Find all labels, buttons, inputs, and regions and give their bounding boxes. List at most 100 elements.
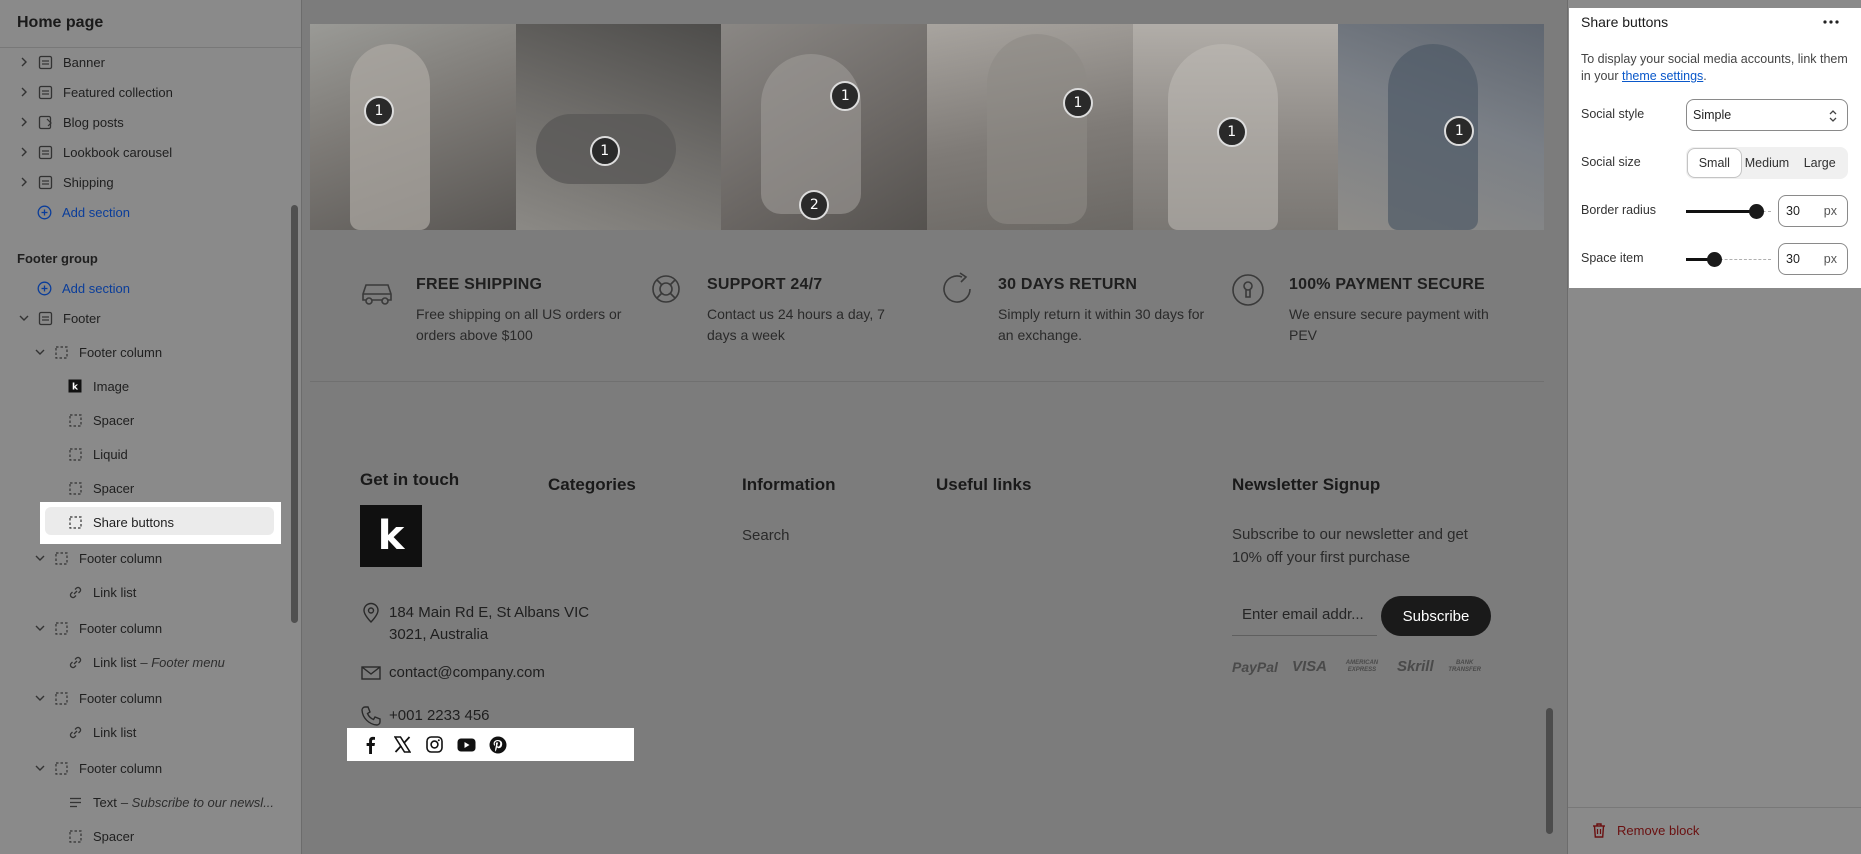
footer-link-search[interactable]: Search xyxy=(742,527,790,544)
x-icon[interactable] xyxy=(392,735,412,755)
lookbook-photo: 1 xyxy=(1132,24,1339,230)
amex-icon: AMERICAN EXPRESS xyxy=(1345,659,1379,673)
section-icon xyxy=(37,174,53,190)
size-option-medium[interactable]: Medium xyxy=(1741,149,1794,177)
youtube-icon[interactable] xyxy=(456,735,476,755)
newsletter-email-input[interactable]: Enter email addr... xyxy=(1232,596,1377,636)
tree-item-footer-column[interactable]: Footer column xyxy=(0,338,288,366)
footer-add-section-button[interactable]: Add section xyxy=(0,274,288,302)
tree-item-featured-collection[interactable]: Featured collection xyxy=(0,78,288,106)
shield-icon xyxy=(1231,272,1269,310)
tree-item-banner[interactable]: Banner xyxy=(0,48,288,76)
hotspot-marker[interactable]: 1 xyxy=(1216,117,1247,147)
chevron-right-icon[interactable] xyxy=(17,145,31,159)
chevron-right-icon[interactable] xyxy=(17,55,31,69)
trash-icon xyxy=(1592,822,1606,838)
email-text: contact@company.com xyxy=(389,664,545,681)
subscribe-button[interactable]: Subscribe xyxy=(1381,596,1491,636)
add-section-label: Add section xyxy=(62,204,130,220)
footer-email[interactable]: contact@company.com xyxy=(360,662,545,684)
sidebar-scrollbar[interactable] xyxy=(291,205,298,623)
block-icon xyxy=(53,620,69,636)
facebook-icon[interactable] xyxy=(360,735,380,755)
lookbook-photo: 1 xyxy=(1338,24,1544,230)
tree-item-label: Footer column xyxy=(79,344,163,360)
settings-panel: Share buttons To display your social med… xyxy=(1567,0,1861,854)
page-title: Home page xyxy=(17,14,104,31)
tree-item-link-list[interactable]: Link list xyxy=(0,578,288,606)
instagram-icon[interactable] xyxy=(424,735,444,755)
blog-icon xyxy=(37,114,53,130)
mail-icon xyxy=(360,662,382,684)
tree-item-share-buttons[interactable]: Share buttons xyxy=(0,508,288,536)
tree-item-text[interactable]: Text – Subscribe to our newsl... xyxy=(0,788,288,816)
tree-item-footer-column[interactable]: Footer column xyxy=(0,684,288,712)
hotspot-marker[interactable]: 1 xyxy=(1063,88,1094,118)
block-icon xyxy=(53,690,69,706)
size-option-large[interactable]: Large xyxy=(1793,149,1846,177)
tree-item-spacer[interactable]: Spacer xyxy=(0,822,288,850)
chevron-down-icon[interactable] xyxy=(33,551,47,565)
footer-group-label: Footer group xyxy=(17,251,98,266)
tree-item-lookbook-carousel[interactable]: Lookbook carousel xyxy=(0,138,288,166)
size-option-small[interactable]: Small xyxy=(1688,149,1741,177)
footer-phone[interactable]: +001 2233 456 xyxy=(360,705,490,727)
chevron-right-icon[interactable] xyxy=(17,85,31,99)
visa-icon: VISA xyxy=(1291,658,1327,675)
tree-item-label: Banner xyxy=(63,54,105,70)
tree-item-liquid[interactable]: Liquid xyxy=(0,440,288,468)
border-radius-slider[interactable] xyxy=(1686,201,1771,221)
hotspot-marker[interactable]: 2 xyxy=(799,190,830,220)
tree-item-label: Footer column xyxy=(79,690,163,706)
chevron-down-icon[interactable] xyxy=(33,621,47,635)
tree-item-label: Image xyxy=(93,378,130,394)
chevron-down-icon[interactable] xyxy=(33,761,47,775)
tree-item-footer-column[interactable]: Footer column xyxy=(0,544,288,572)
remove-block-label: Remove block xyxy=(1617,822,1700,838)
block-icon xyxy=(67,514,83,530)
social-style-select[interactable]: Simple xyxy=(1686,99,1848,131)
chevron-right-icon[interactable] xyxy=(17,175,31,189)
more-options-icon[interactable] xyxy=(1819,12,1843,32)
slider-thumb[interactable] xyxy=(1707,252,1722,267)
tree-item-link-list[interactable]: Link list xyxy=(0,718,288,746)
preview-scrollbar[interactable] xyxy=(1546,708,1553,834)
pinterest-icon[interactable] xyxy=(488,735,508,755)
tree-item-link-list-footer-menu[interactable]: Link list – Footer menu xyxy=(0,648,288,676)
chevron-down-icon[interactable] xyxy=(33,691,47,705)
link-icon xyxy=(67,584,83,600)
chevron-right-icon[interactable] xyxy=(17,115,31,129)
space-item-slider[interactable] xyxy=(1686,249,1771,269)
add-section-label: Add section xyxy=(62,280,130,296)
newsletter-text: Subscribe to our newsletter and get 10% … xyxy=(1232,526,1468,566)
footer-logo[interactable]: k xyxy=(360,505,422,567)
chevron-down-icon[interactable] xyxy=(17,311,31,325)
share-buttons-block[interactable] xyxy=(347,728,634,761)
tree-item-footer-column[interactable]: Footer column xyxy=(0,614,288,642)
slider-thumb[interactable] xyxy=(1749,204,1764,219)
chevron-down-icon[interactable] xyxy=(33,345,47,359)
text-icon xyxy=(67,794,83,810)
block-icon xyxy=(53,760,69,776)
tree-item-image[interactable]: k Image xyxy=(0,372,288,400)
hotspot-marker[interactable]: 1 xyxy=(589,136,620,166)
tree-item-spacer[interactable]: Spacer xyxy=(0,406,288,434)
tree-item-blog-posts[interactable]: Blog posts xyxy=(0,108,288,136)
svg-text:k: k xyxy=(72,383,79,393)
theme-settings-link[interactable]: theme settings xyxy=(1622,69,1703,83)
social-size-label: Social size xyxy=(1581,155,1641,169)
social-size-segmented[interactable]: Small Medium Large xyxy=(1686,147,1848,179)
divider xyxy=(1568,807,1861,808)
add-section-button[interactable]: Add section xyxy=(0,198,288,226)
remove-block-button[interactable]: Remove block xyxy=(1592,822,1699,838)
skrill-icon: Skrill xyxy=(1396,658,1434,675)
border-radius-input[interactable]: 30 px xyxy=(1778,195,1848,227)
tree-item-footer[interactable]: Footer xyxy=(0,304,288,332)
social-style-value: Simple xyxy=(1693,108,1732,122)
space-item-input[interactable]: 30 px xyxy=(1778,243,1848,275)
tree-item-spacer[interactable]: Spacer xyxy=(0,474,288,502)
image-icon: k xyxy=(67,378,83,394)
tree-item-footer-column[interactable]: Footer column xyxy=(0,754,288,782)
hotspot-marker[interactable]: 1 xyxy=(364,96,394,126)
tree-item-shipping[interactable]: Shipping xyxy=(0,168,288,196)
